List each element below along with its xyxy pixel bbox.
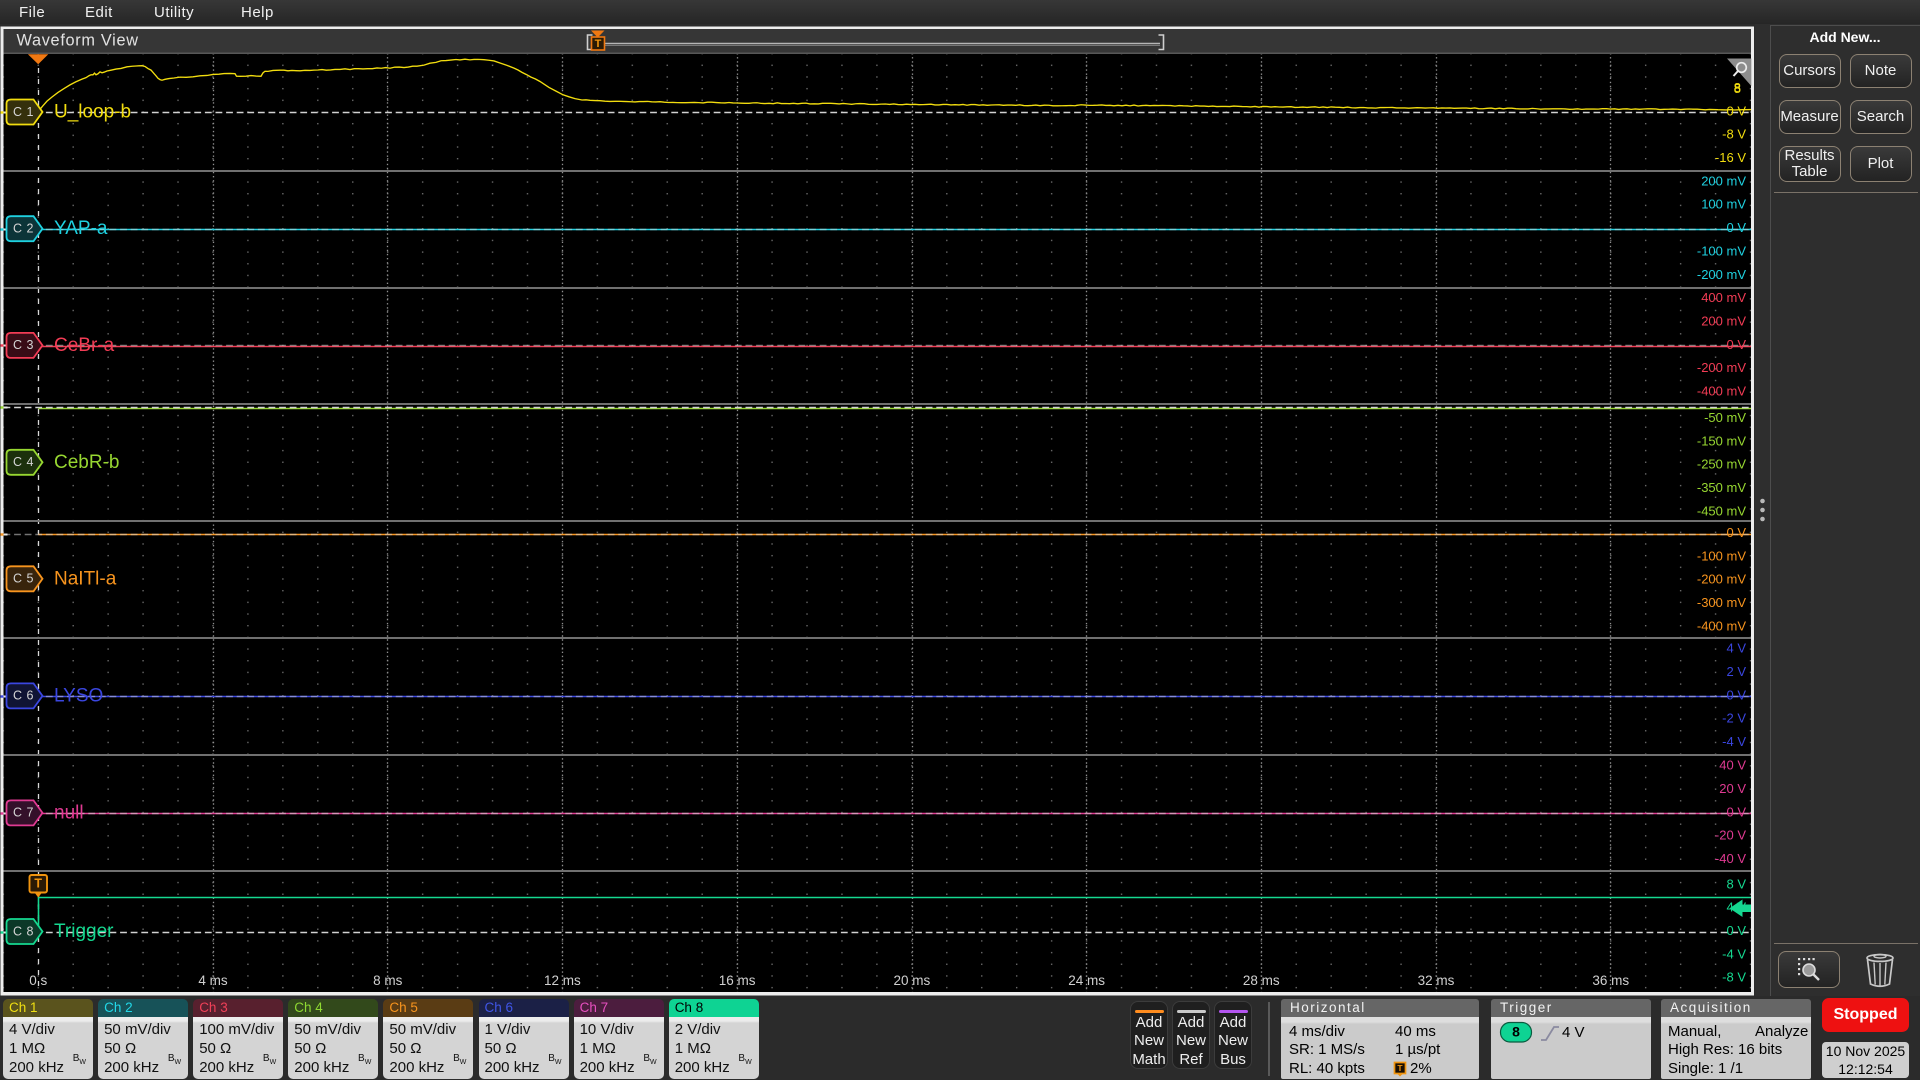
svg-text:T: T	[34, 876, 42, 890]
svg-text:4 V: 4 V	[1726, 641, 1746, 656]
svg-text:-100 mV: -100 mV	[1697, 243, 1746, 258]
svg-text:0 V: 0 V	[1726, 804, 1746, 819]
svg-text:8: 8	[1512, 1023, 1520, 1039]
svg-text:-200 mV: -200 mV	[1697, 360, 1746, 375]
svg-text:T: T	[595, 38, 602, 50]
svg-text:-8 V: -8 V	[1722, 970, 1746, 985]
svg-text:-350 mV: -350 mV	[1697, 480, 1746, 495]
svg-text:200 mV: 200 mV	[1701, 313, 1746, 328]
svg-text:Trigger: Trigger	[54, 921, 114, 942]
svg-text:-16 V: -16 V	[1715, 150, 1746, 165]
svg-text:-50 mV: -50 mV	[1704, 410, 1746, 425]
svg-text:null: null	[54, 802, 84, 823]
svg-text:12 ms: 12 ms	[544, 973, 581, 988]
svg-text:20 V: 20 V	[1719, 781, 1746, 796]
svg-text:8 V: 8 V	[1726, 876, 1746, 891]
svg-text:200 mV: 200 mV	[1701, 173, 1746, 188]
svg-text:-400 mV: -400 mV	[1697, 618, 1746, 633]
svg-text:0 V: 0 V	[1726, 525, 1746, 540]
svg-text:-200 mV: -200 mV	[1697, 572, 1746, 587]
svg-text:C 2: C 2	[13, 221, 34, 235]
svg-text:24 ms: 24 ms	[1068, 973, 1105, 988]
svg-text:-2 V: -2 V	[1722, 711, 1746, 726]
svg-text:-40 V: -40 V	[1715, 851, 1746, 866]
svg-text:C 4: C 4	[13, 455, 34, 469]
svg-text:-300 mV: -300 mV	[1697, 595, 1746, 610]
svg-text:16 ms: 16 ms	[719, 973, 756, 988]
svg-text:-100 mV: -100 mV	[1697, 548, 1746, 563]
svg-text:40 V: 40 V	[1719, 758, 1746, 773]
svg-text:-400 mV: -400 mV	[1697, 383, 1746, 398]
svg-text:Waveform View: Waveform View	[17, 32, 139, 50]
svg-text:0 s: 0 s	[29, 973, 47, 988]
svg-text:-200 mV: -200 mV	[1697, 267, 1746, 282]
svg-text:-4 V: -4 V	[1722, 946, 1746, 961]
svg-text:400 mV: 400 mV	[1701, 290, 1746, 305]
svg-text:100 mV: 100 mV	[1701, 197, 1746, 212]
svg-text:-150 mV: -150 mV	[1697, 433, 1746, 448]
svg-text:C 7: C 7	[13, 806, 34, 820]
svg-text:C 5: C 5	[13, 572, 34, 586]
svg-text:36 ms: 36 ms	[1592, 973, 1629, 988]
svg-text:C 3: C 3	[13, 338, 34, 352]
svg-text:20 ms: 20 ms	[894, 973, 931, 988]
svg-text:-20 V: -20 V	[1715, 828, 1746, 843]
svg-text:4 ms: 4 ms	[198, 973, 228, 988]
svg-text:C 1: C 1	[13, 105, 34, 119]
svg-text:NaITl-a: NaITl-a	[54, 568, 117, 589]
svg-text:0 V: 0 V	[1726, 103, 1746, 118]
svg-text:-4 V: -4 V	[1722, 734, 1746, 749]
svg-text:T: T	[1397, 1062, 1403, 1072]
svg-text:YAP-a: YAP-a	[54, 218, 108, 239]
svg-text:-250 mV: -250 mV	[1697, 457, 1746, 472]
svg-text:CeBr-a: CeBr-a	[54, 335, 115, 356]
svg-text:-8 V: -8 V	[1722, 127, 1746, 142]
svg-text:8 ms: 8 ms	[373, 973, 403, 988]
svg-text:LYSO: LYSO	[54, 685, 103, 706]
svg-text:CebR-b: CebR-b	[54, 452, 119, 473]
svg-text:0 V: 0 V	[1726, 923, 1746, 938]
svg-text:0 V: 0 V	[1726, 220, 1746, 235]
svg-text:32 ms: 32 ms	[1418, 973, 1455, 988]
svg-text:2 V: 2 V	[1726, 664, 1746, 679]
svg-text:C 8: C 8	[13, 924, 34, 938]
svg-text:0 V: 0 V	[1726, 337, 1746, 352]
svg-text:-450 mV: -450 mV	[1697, 503, 1746, 518]
svg-text:0 V: 0 V	[1726, 687, 1746, 702]
svg-text:U_loop-b: U_loop-b	[54, 102, 131, 123]
svg-text:28 ms: 28 ms	[1243, 973, 1280, 988]
svg-text:8: 8	[1734, 81, 1741, 96]
svg-text:C 6: C 6	[13, 689, 34, 703]
